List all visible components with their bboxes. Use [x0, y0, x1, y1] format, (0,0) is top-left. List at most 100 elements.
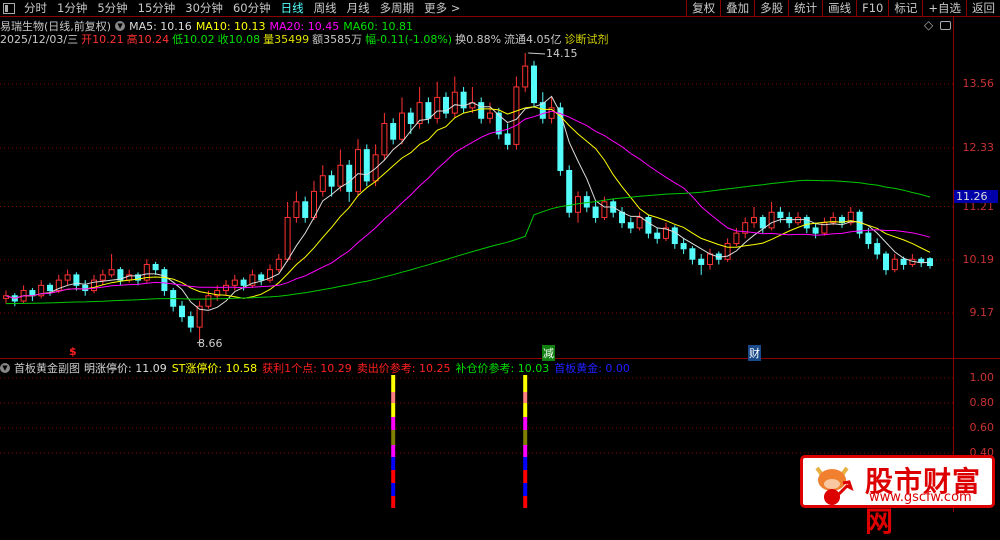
- candle-down: [698, 258, 705, 265]
- candle-up: [451, 91, 458, 114]
- signal-bar-segment: [391, 417, 396, 430]
- price-tick: 9.17: [969, 306, 995, 319]
- candle-down: [874, 243, 881, 255]
- candle-down: [425, 102, 432, 119]
- candle-up: [223, 284, 229, 292]
- signal-bar-segment: [391, 445, 396, 457]
- candle-down: [152, 263, 159, 271]
- candle-up: [293, 201, 300, 218]
- logo-url: www.gscfw.com: [869, 490, 972, 505]
- candle-up: [434, 96, 441, 119]
- signal-dollar-mark: $: [69, 345, 77, 358]
- signal-bar-segment: [523, 417, 528, 430]
- sub-indicator-2: 获利1个点: 10.29: [262, 362, 352, 375]
- candle-down: [240, 279, 247, 286]
- price-tick: 13.56: [962, 76, 995, 90]
- candle-down: [258, 274, 265, 281]
- toolbar-button-8[interactable]: 返回: [966, 0, 1000, 17]
- bull-mascot-icon: [815, 466, 854, 505]
- candle-down: [654, 232, 661, 239]
- sub-title: 首板黄金副图: [14, 362, 80, 375]
- candle-up: [724, 243, 731, 260]
- signal-bar-segment: [391, 430, 396, 445]
- signal-bar-segment: [523, 470, 528, 483]
- candlestick-chart[interactable]: [0, 0, 953, 512]
- ma60-line: [5, 179, 931, 305]
- candle-up: [636, 216, 643, 229]
- sub-indicator-0: 明涨停价: 11.09: [84, 362, 167, 375]
- sub-indicator-5: 首板黄金: 0.00: [554, 362, 630, 375]
- sub-tick: 1.00: [969, 371, 995, 384]
- candle-up: [284, 216, 291, 260]
- candle-down: [900, 258, 907, 265]
- candle-down: [504, 133, 511, 145]
- candle-up: [108, 269, 115, 276]
- candle-up: [751, 216, 757, 224]
- signal-bar-segment: [523, 392, 528, 403]
- candle-down: [883, 253, 889, 271]
- signal-bar-segment: [391, 375, 396, 392]
- candle-down: [390, 123, 397, 140]
- sub-tick: 0.80: [969, 396, 995, 409]
- candle-down: [627, 222, 634, 229]
- sub-indicator-3: 卖出价参考: 10.25: [356, 362, 451, 375]
- candle-down: [645, 216, 652, 234]
- dropdown-icon[interactable]: ▼: [0, 363, 10, 373]
- candle-down: [592, 206, 599, 218]
- sub-indicator-1: ST涨停价: 10.58: [171, 362, 258, 375]
- candle-up: [231, 279, 238, 286]
- candle-down: [539, 102, 546, 119]
- candle-up: [601, 201, 608, 218]
- candle-up: [891, 258, 898, 271]
- signal-bar-segment: [391, 470, 396, 483]
- candle-down: [918, 258, 925, 263]
- signal-bar-segment: [523, 445, 528, 457]
- sub-tick: 0.60: [969, 421, 995, 434]
- sub-chart-header: ▼ 首板黄金副图 明涨停价: 11.09 ST涨停价: 10.58 获利1个点: 1…: [0, 360, 630, 376]
- candle-down: [812, 227, 819, 234]
- candle-down: [47, 284, 53, 292]
- candle-up: [99, 274, 106, 281]
- candle-down: [865, 232, 872, 245]
- candle-up: [399, 112, 405, 140]
- candle-up: [64, 274, 71, 281]
- signal-bar-segment: [523, 496, 528, 508]
- cursor-price-label: 11.26: [954, 190, 998, 203]
- candle-up: [522, 65, 529, 88]
- signal-bar-segment: [391, 392, 396, 403]
- candle-up: [733, 232, 740, 245]
- candle-down: [759, 216, 766, 229]
- candle-down: [407, 112, 414, 125]
- candle-down: [161, 269, 168, 292]
- candle-down: [619, 211, 625, 224]
- signal-bar-segment: [523, 483, 528, 496]
- watermark-logo: 股市财富网 www.gscfw.com: [800, 455, 995, 538]
- candle-down: [187, 316, 194, 328]
- candle-down: [82, 284, 89, 292]
- high-arrow: [528, 52, 546, 55]
- candle-up: [707, 253, 713, 265]
- candle-up: [768, 211, 775, 229]
- candle-down: [680, 243, 687, 250]
- price-tick: 10.19: [962, 252, 995, 266]
- candle-down: [302, 201, 309, 218]
- candle-down: [689, 248, 696, 260]
- candle-up: [319, 175, 326, 192]
- signal-bar-segment: [391, 457, 396, 470]
- candle-up: [355, 149, 361, 192]
- candle-down: [363, 149, 370, 182]
- candle-down: [777, 211, 784, 218]
- candle-up: [513, 86, 520, 145]
- high-label: 14.15: [546, 47, 578, 60]
- axis-divider: [953, 17, 954, 512]
- candle-down: [531, 65, 537, 104]
- signal-jian-mark: 减: [542, 345, 555, 361]
- candle-up: [337, 164, 344, 187]
- sub-indicator-4: 补仓价参考: 10.03: [455, 362, 550, 375]
- signal-bar-segment: [523, 430, 528, 445]
- candle-down: [179, 305, 185, 318]
- candle-down: [346, 164, 353, 192]
- candle-down: [328, 175, 335, 187]
- candle-down: [478, 102, 485, 119]
- signal-bar-segment: [391, 496, 396, 508]
